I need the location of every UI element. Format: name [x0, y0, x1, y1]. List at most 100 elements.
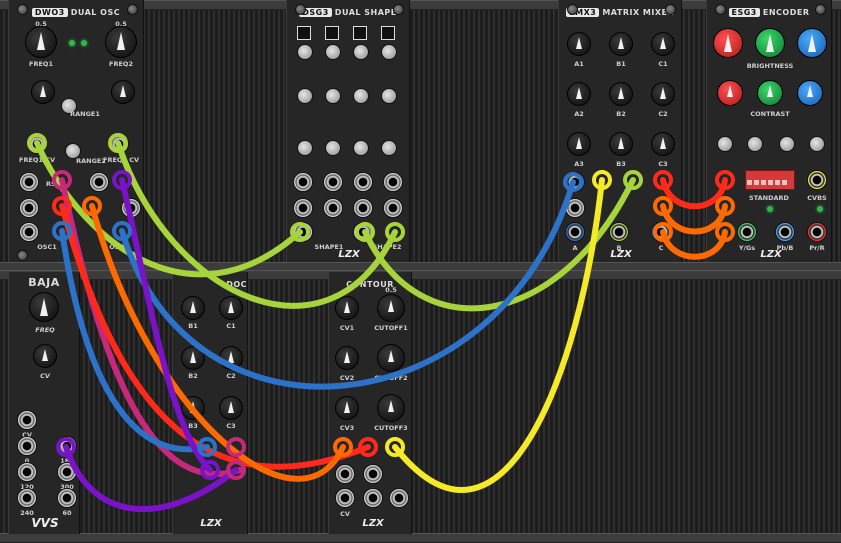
- cvbs-jack[interactable]: [807, 170, 827, 190]
- jack[interactable]: [293, 172, 313, 192]
- jack[interactable]: [363, 488, 383, 508]
- cv3-knob[interactable]: [335, 396, 359, 420]
- jack[interactable]: [353, 198, 373, 218]
- module-encoder[interactable]: ESG3 ENCODER BRIGHTNESS CONTRAST STANDARD…: [706, 0, 832, 262]
- module-contour[interactable]: CONTOUR 0.5 CV1 CUTOFF1 CV2 CUTOFF2 CV3 …: [328, 272, 412, 534]
- knob-c2[interactable]: [219, 346, 243, 370]
- mix-knob-a2[interactable]: [567, 82, 591, 106]
- shape-trim[interactable]: [381, 44, 397, 60]
- jack[interactable]: [363, 464, 383, 484]
- shape-trim[interactable]: [353, 88, 369, 104]
- jack[interactable]: [565, 198, 585, 218]
- shape-trim[interactable]: [381, 140, 397, 156]
- output-b-jack[interactable]: [609, 222, 629, 242]
- jack[interactable]: [121, 198, 141, 218]
- range1-knob[interactable]: [31, 80, 55, 104]
- cv-knob[interactable]: [33, 344, 57, 368]
- mix-knob-c1[interactable]: [651, 32, 675, 56]
- jack[interactable]: [383, 198, 403, 218]
- shape-trim[interactable]: [353, 140, 369, 156]
- cutoff3-knob[interactable]: [377, 394, 405, 422]
- pb-b-jack[interactable]: [775, 222, 795, 242]
- shape-trim[interactable]: [325, 140, 341, 156]
- input-a-jack[interactable]: [565, 172, 585, 192]
- y-gs-jack[interactable]: [737, 222, 757, 242]
- module-doc[interactable]: DOC B1 C1 B2 C2 B3 C3 LZX: [172, 272, 248, 534]
- phase-240-jack[interactable]: [17, 488, 37, 508]
- jack[interactable]: [293, 198, 313, 218]
- jack[interactable]: [19, 198, 39, 218]
- module-dual-shape[interactable]: DSG3 DUAL SHAPE SHAPE1 SHAPE2 LZX: [286, 0, 410, 262]
- phase-0-jack[interactable]: [17, 436, 37, 456]
- brightness-green-knob[interactable]: [755, 28, 785, 58]
- shape-trim[interactable]: [325, 44, 341, 60]
- freq1-knob[interactable]: [25, 26, 57, 58]
- mix-knob-a3[interactable]: [567, 132, 591, 156]
- contrast-blue-knob[interactable]: [797, 80, 823, 106]
- phase-120-jack[interactable]: [17, 462, 37, 482]
- knob-b2[interactable]: [181, 346, 205, 370]
- shape-trim[interactable]: [297, 88, 313, 104]
- cutoff1-knob[interactable]: [377, 294, 405, 322]
- standard-dip-switch[interactable]: [745, 170, 795, 190]
- cutoff1-label: CUTOFF1: [374, 324, 408, 332]
- screw: [567, 4, 578, 15]
- jack[interactable]: [383, 172, 403, 192]
- jack[interactable]: [89, 172, 109, 192]
- cv2-knob[interactable]: [335, 346, 359, 370]
- cv-jack[interactable]: [17, 410, 37, 430]
- mix-knob-b3[interactable]: [609, 132, 633, 156]
- jack[interactable]: [323, 198, 343, 218]
- knob-c3[interactable]: [219, 396, 243, 420]
- phase-180-jack[interactable]: [57, 436, 77, 456]
- jack[interactable]: [19, 172, 39, 192]
- jack[interactable]: [19, 222, 39, 242]
- phase-300-jack[interactable]: [57, 462, 77, 482]
- knob-b3[interactable]: [181, 396, 205, 420]
- trim-button[interactable]: [747, 136, 763, 152]
- freq-knob[interactable]: [29, 292, 59, 322]
- cutoff2-knob[interactable]: [377, 344, 405, 372]
- range2-knob[interactable]: [111, 80, 135, 104]
- cv1-label: CV1: [339, 324, 355, 332]
- mix-knob-a1[interactable]: [567, 32, 591, 56]
- freq1-cv-jack[interactable]: [27, 134, 47, 154]
- freq2-knob[interactable]: [105, 26, 137, 58]
- contrast-red-knob[interactable]: [717, 80, 743, 106]
- brightness-red-knob[interactable]: [713, 28, 743, 58]
- contrast-green-knob[interactable]: [757, 80, 783, 106]
- jack[interactable]: [353, 172, 373, 192]
- freq2-cv-jack[interactable]: [109, 134, 129, 154]
- jack[interactable]: [335, 488, 355, 508]
- trim-button[interactable]: [809, 136, 825, 152]
- shape-trim[interactable]: [353, 44, 369, 60]
- knob-c1[interactable]: [219, 296, 243, 320]
- brightness-blue-knob[interactable]: [797, 28, 827, 58]
- module-matrix-mixer[interactable]: SMX3 MATRIX MIXER A1 B1 C1 A2 B2 C2 A3 B3…: [558, 0, 682, 262]
- module-dual-osc[interactable]: DWO3 DUAL OSC 0.5 0.5 FREQ1 FREQ2 RANGE1 …: [8, 0, 144, 262]
- knob-b1[interactable]: [181, 296, 205, 320]
- shape-trim[interactable]: [297, 44, 313, 60]
- jack[interactable]: [335, 464, 355, 484]
- shape-trim[interactable]: [325, 88, 341, 104]
- shape2-in-jack[interactable]: [353, 222, 373, 242]
- jack[interactable]: [389, 488, 409, 508]
- contrast-label: CONTRAST: [750, 110, 790, 118]
- shape2-label: SHAPE2: [372, 243, 402, 251]
- mix-knob-b2[interactable]: [609, 82, 633, 106]
- trim-button[interactable]: [717, 136, 733, 152]
- mix-knob-c3[interactable]: [651, 132, 675, 156]
- output-c-jack[interactable]: [651, 222, 671, 242]
- jack[interactable]: [323, 172, 343, 192]
- mix-knob-b1[interactable]: [609, 32, 633, 56]
- output-a-jack[interactable]: [565, 222, 585, 242]
- pr-r-jack[interactable]: [807, 222, 827, 242]
- shape-trim[interactable]: [297, 140, 313, 156]
- module-baja[interactable]: BAJA FREQ CV CV 0 120 240 180 300 60 VVS: [8, 272, 80, 534]
- shape-trim[interactable]: [381, 88, 397, 104]
- mix-knob-c2[interactable]: [651, 82, 675, 106]
- phase-60-jack[interactable]: [57, 488, 77, 508]
- shape1-out-jack[interactable]: [293, 222, 313, 242]
- trim-button[interactable]: [779, 136, 795, 152]
- cv1-knob[interactable]: [335, 296, 359, 320]
